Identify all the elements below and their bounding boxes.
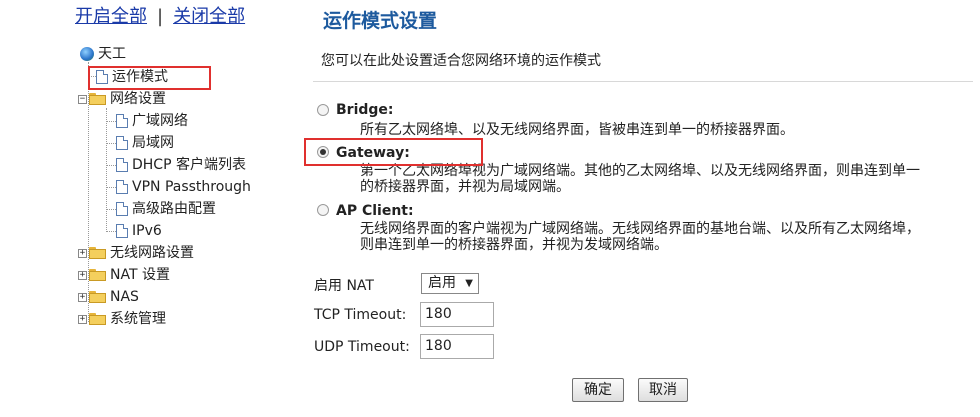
- tree-item-label: 系统管理: [110, 311, 166, 327]
- mode-label-ap-client: AP Client:: [336, 203, 414, 219]
- expand-all-link[interactable]: 开启全部: [75, 6, 147, 27]
- expand-icon[interactable]: +: [78, 270, 87, 280]
- tree-item-sysadmin[interactable]: + 系统管理: [78, 310, 166, 328]
- tree-item-network-settings[interactable]: − 网络设置: [78, 90, 166, 108]
- tcp-timeout-label: TCP Timeout:: [314, 307, 407, 323]
- dropdown-arrow-icon: ▼: [465, 278, 473, 289]
- tree-item-label: IPv6: [132, 223, 162, 239]
- tree-item-routing[interactable]: 高级路由配置: [116, 200, 216, 218]
- tree-line: [106, 143, 116, 144]
- tree-item-label: 无线网路设置: [110, 245, 194, 261]
- tree-item-ipv6[interactable]: IPv6: [116, 222, 162, 240]
- highlight-box: [88, 66, 211, 90]
- folder-icon: [89, 269, 106, 281]
- main-content: 运作模式设置 您可以在此处设置适合您网络环境的运作模式 Bridge: 所有乙太…: [290, 0, 980, 417]
- radio-ap-client[interactable]: [317, 204, 329, 216]
- mode-desc-ap-client-line1: 无线网络界面的客户端视为广域网络端。无线网络界面的基地台端、以及所有乙太网络埠，: [360, 221, 920, 237]
- page-icon: [116, 180, 128, 194]
- tree-item-vpn[interactable]: VPN Passthrough: [116, 178, 251, 196]
- tree-item-nas[interactable]: + NAS: [78, 288, 139, 306]
- tree-line: [106, 108, 107, 230]
- radio-bridge[interactable]: [317, 104, 329, 116]
- mode-desc-gateway-line1: 第一个乙太网络埠视为广域网络端。其他的乙太网络埠、以及无线网络界面，则串连到单一: [360, 163, 920, 179]
- cancel-button[interactable]: 取消: [638, 378, 688, 402]
- tree-item-nat[interactable]: + NAT 设置: [78, 266, 170, 284]
- nat-select-value: 启用: [428, 275, 456, 291]
- page-icon: [116, 158, 128, 172]
- mode-desc-gateway-line2: 的桥接器界面，并视为局域网端。: [360, 179, 570, 195]
- page-icon: [116, 114, 128, 128]
- tree-item-dhcp[interactable]: DHCP 客户端列表: [116, 156, 246, 174]
- tree-root[interactable]: 天工: [80, 45, 126, 63]
- tree-line: [106, 165, 116, 166]
- mode-desc-bridge: 所有乙太网络埠、以及无线网络界面，皆被串连到单一的桥接器界面。: [360, 122, 794, 138]
- udp-timeout-input[interactable]: 180: [420, 334, 494, 359]
- tree-item-lan[interactable]: 局域网: [116, 134, 174, 152]
- nat-select[interactable]: 启用 ▼: [421, 273, 479, 294]
- page-icon: [116, 202, 128, 216]
- tree-root-label: 天工: [98, 46, 126, 62]
- tree-line: [106, 121, 116, 122]
- divider: [313, 81, 973, 82]
- udp-timeout-label: UDP Timeout:: [314, 339, 410, 355]
- mode-desc-ap-client-line2: 则串连到单一的桥接器界面，并视为发域网络端。: [360, 237, 668, 253]
- tree-item-wireless[interactable]: + 无线网路设置: [78, 244, 194, 262]
- collapse-all-link[interactable]: 关闭全部: [173, 6, 245, 27]
- tree-item-label: 局域网: [132, 135, 174, 151]
- ok-button[interactable]: 确定: [572, 378, 624, 402]
- page-icon: [116, 136, 128, 150]
- page-title: 运作模式设置: [323, 10, 438, 32]
- tree-item-label: DHCP 客户端列表: [132, 157, 246, 173]
- folder-icon: [89, 291, 106, 303]
- collapse-icon[interactable]: −: [78, 94, 87, 104]
- tree-toggle-links: 开启全部 | 关闭全部: [75, 2, 245, 28]
- mode-label-bridge: Bridge:: [336, 102, 394, 118]
- left-nav: 开启全部 | 关闭全部 天工 运作模式 − 网络设置 广域网络 局域网 DHCP 客户…: [0, 0, 290, 417]
- tree-line: [106, 209, 116, 210]
- globe-icon: [80, 47, 94, 61]
- tcp-timeout-input[interactable]: 180: [420, 302, 494, 327]
- page-icon: [116, 224, 128, 238]
- folder-icon: [89, 313, 106, 325]
- tree-item-label: NAT 设置: [110, 267, 170, 283]
- tree-line: [106, 187, 116, 188]
- tree-item-label: NAS: [110, 289, 139, 305]
- tree-line: [106, 231, 116, 232]
- folder-icon: [89, 247, 106, 259]
- tree-item-label: 高级路由配置: [132, 201, 216, 217]
- link-separator: |: [157, 6, 164, 27]
- tree-item-label: 广域网络: [132, 113, 188, 129]
- expand-icon[interactable]: +: [78, 248, 87, 258]
- page-description: 您可以在此处设置适合您网络环境的运作模式: [321, 53, 601, 69]
- expand-icon[interactable]: +: [78, 292, 87, 302]
- tree-item-label: 网络设置: [110, 91, 166, 107]
- tree-item-label: VPN Passthrough: [132, 179, 251, 195]
- expand-icon[interactable]: +: [78, 314, 87, 324]
- highlight-box: [304, 138, 483, 166]
- nat-label: 启用 NAT: [314, 278, 374, 294]
- tree-item-wan[interactable]: 广域网络: [116, 112, 188, 130]
- folder-icon: [89, 93, 106, 105]
